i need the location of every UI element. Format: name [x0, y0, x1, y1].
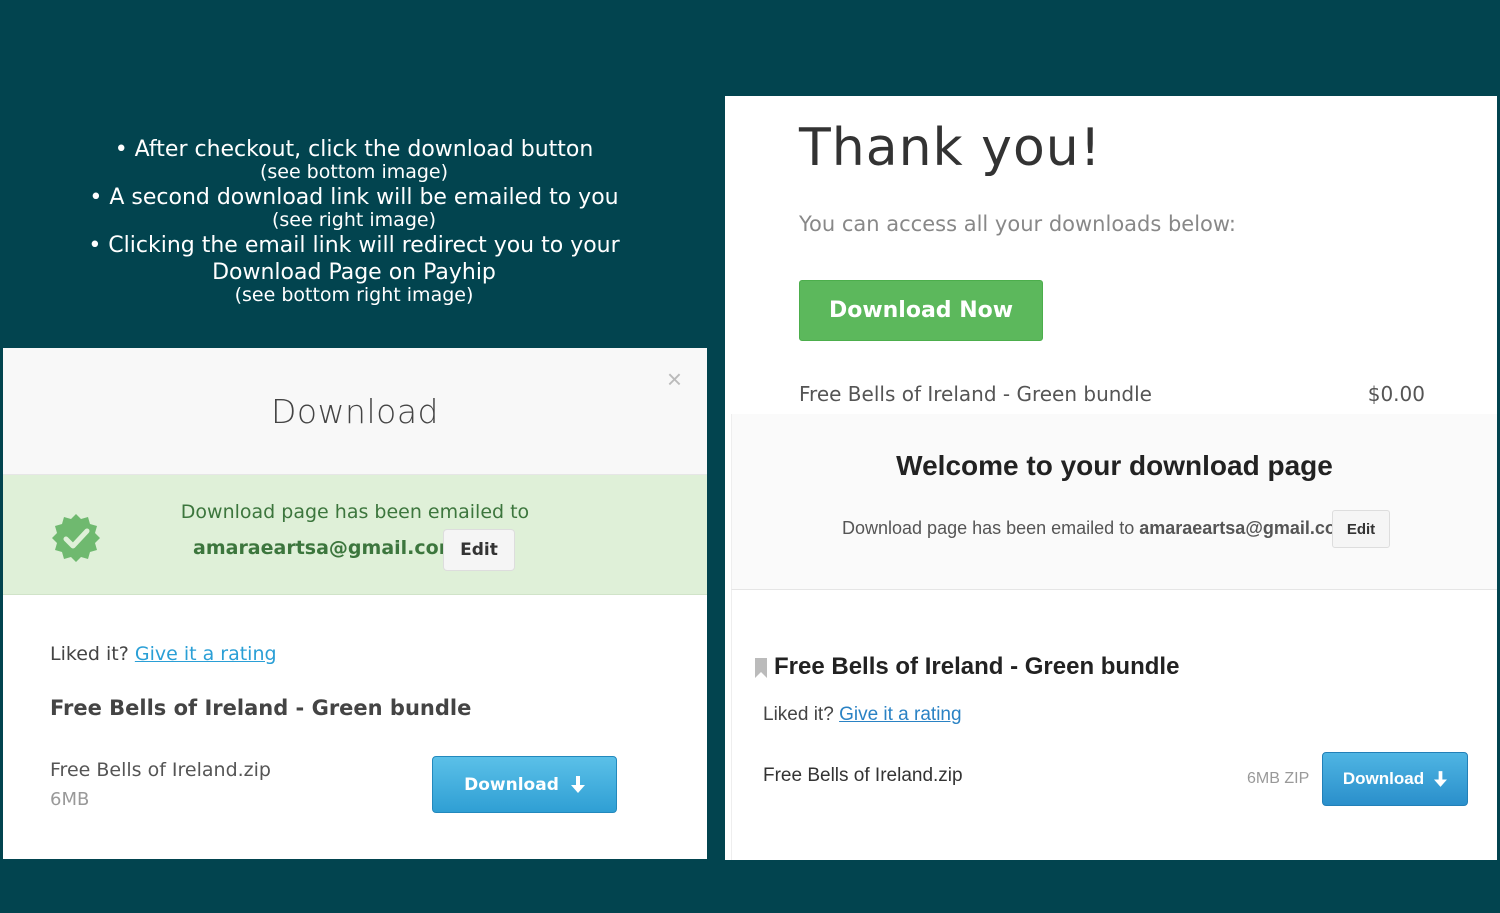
- instructions-block: • After checkout, click the download but…: [0, 136, 708, 307]
- banner-message: Download page has been emailed to: [180, 501, 530, 523]
- file-name: Free Bells of Ireland.zip: [50, 759, 271, 781]
- edit-email-button-right[interactable]: Edit: [1332, 510, 1390, 548]
- download-button-label: Download: [464, 774, 559, 795]
- rating-prompt-right: Liked it? Give it a rating: [763, 704, 962, 726]
- product-title: Free Bells of Ireland - Green bundle: [50, 696, 472, 720]
- email-confirmation-banner: Download page has been emailed to amarae…: [3, 475, 707, 595]
- welcome-title: Welcome to your download page: [896, 450, 1333, 481]
- instruction-line-1: • After checkout, click the download but…: [114, 137, 594, 162]
- download-now-button[interactable]: Download Now: [799, 280, 1043, 341]
- close-icon[interactable]: ×: [667, 366, 682, 392]
- download-button[interactable]: Download: [432, 756, 617, 813]
- instruction-line-1-sub: (see bottom image): [259, 161, 449, 183]
- thank-you-page: Thank you! You can access all your downl…: [725, 96, 1497, 860]
- modal-header: Download ×: [3, 348, 707, 475]
- modal-title: Download: [270, 392, 440, 431]
- instruction-line-3a: • Clicking the email link will redirect …: [88, 233, 620, 258]
- download-button-right-label: Download: [1342, 769, 1425, 788]
- emailed-prefix: Download page has been emailed to: [842, 518, 1135, 538]
- file-name-right: Free Bells of Ireland.zip: [763, 765, 963, 786]
- divider: [731, 590, 732, 860]
- thank-you-heading: Thank you!: [799, 118, 1102, 178]
- download-modal: Download × Download page has been emaile…: [3, 348, 707, 859]
- rating-prompt: Liked it? Give it a rating: [50, 643, 277, 665]
- instruction-line-2: • A second download link will be emailed…: [89, 185, 619, 210]
- liked-prefix-right: Liked it?: [763, 704, 834, 725]
- bookmark-icon: [755, 658, 767, 678]
- banner-email: amaraeartsa@gmail.com: [193, 537, 459, 559]
- download-arrow-icon: [1434, 770, 1448, 787]
- instruction-line-3b: Download Page on Payhip: [212, 260, 496, 285]
- file-size-right: 6MB ZIP: [1247, 770, 1310, 787]
- access-text: You can access all your downloads below:: [799, 212, 1237, 236]
- file-size: 6MB: [50, 789, 90, 810]
- edit-email-button[interactable]: Edit: [443, 529, 515, 571]
- product-title-right: Free Bells of Ireland - Green bundle: [774, 653, 1180, 680]
- download-button-right[interactable]: Download: [1322, 752, 1468, 806]
- instruction-line-3-sub: (see bottom right image): [234, 284, 474, 306]
- give-rating-link[interactable]: Give it a rating: [135, 643, 277, 665]
- download-arrow-icon: [570, 775, 585, 793]
- order-item-name: Free Bells of Ireland - Green bundle: [799, 382, 1152, 406]
- give-rating-link-right[interactable]: Give it a rating: [839, 704, 962, 725]
- liked-prefix: Liked it?: [50, 643, 129, 665]
- emailed-address: amaraeartsa@gmail.com: [1139, 518, 1352, 538]
- emailed-notice: Download page has been emailed to amarae…: [842, 518, 1352, 539]
- download-page-header: Welcome to your download page Download p…: [731, 414, 1497, 590]
- instruction-line-2-sub: (see right image): [271, 209, 436, 231]
- order-item-price: $0.00: [1367, 382, 1425, 406]
